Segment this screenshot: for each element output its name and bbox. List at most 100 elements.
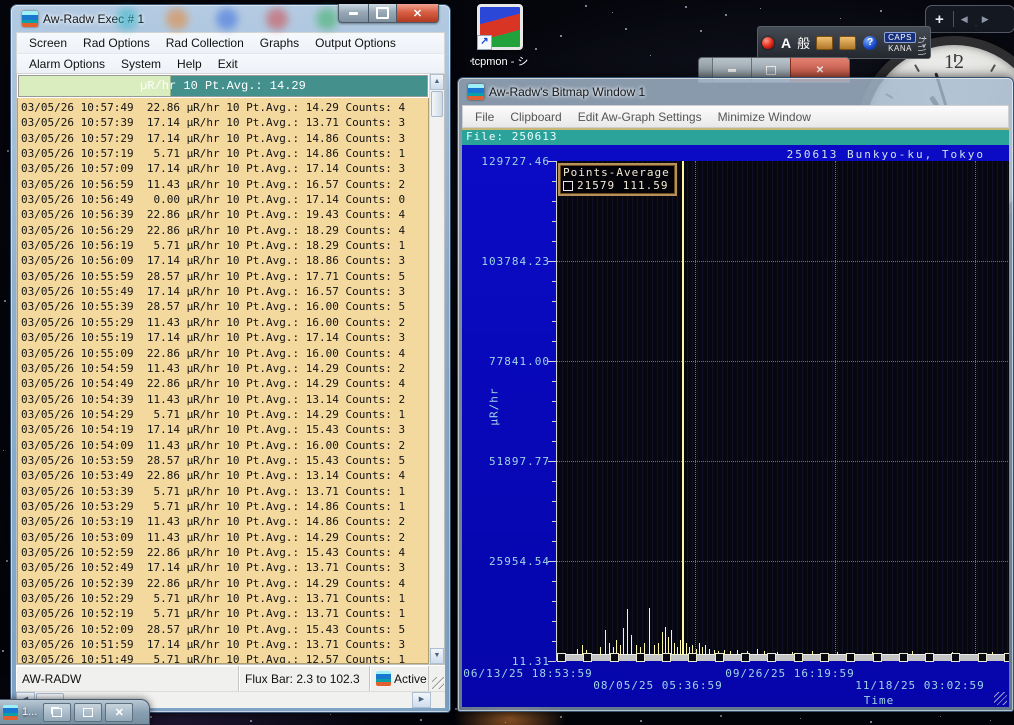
log-row: 03/05/26 10:54:39 11.43 µR/hr 10 Pt.Avg.… <box>21 392 428 407</box>
log-row: 03/05/26 10:55:09 22.86 µR/hr 10 Pt.Avg.… <box>21 346 428 361</box>
langbar-grip-handle[interactable] <box>918 36 926 56</box>
status-active-cell: Active <box>370 666 429 691</box>
ime-status-icon[interactable] <box>762 37 774 49</box>
vertical-scroll-track[interactable] <box>430 118 444 648</box>
exec-titlebar[interactable]: Aw-Radw Exec # 1 ✕ <box>16 5 445 32</box>
point-marker <box>557 653 566 662</box>
menu-rad-options[interactable]: Rad Options <box>75 36 158 50</box>
flux-header-text: µR/hr 10 Pt.Avg.: 14.29 <box>19 76 427 96</box>
legend-marker-icon <box>563 181 573 191</box>
log-row: 03/05/26 10:56:09 17.14 µR/hr 10 Pt.Avg.… <box>21 253 428 268</box>
horizontal-gridline <box>557 461 1009 462</box>
scroll-down-button[interactable]: ▼ <box>430 648 444 664</box>
menu-system[interactable]: System <box>113 57 169 71</box>
status-flux-range: Flux Bar: 2.3 to 102.3 <box>239 666 370 691</box>
data-spike <box>682 161 684 655</box>
y-tick-label: 129727.46 <box>462 155 550 168</box>
point-marker <box>715 653 724 662</box>
exec-maximize-button[interactable] <box>369 4 396 23</box>
data-spike <box>837 652 838 655</box>
vertical-gridline <box>695 161 696 661</box>
log-row: 03/05/26 10:52:39 22.86 µR/hr 10 Pt.Avg.… <box>21 576 428 591</box>
resize-grip[interactable] <box>432 677 444 689</box>
data-spike <box>812 651 813 655</box>
scroll-up-button[interactable]: ▲ <box>430 74 444 90</box>
menu-rad-collection[interactable]: Rad Collection <box>158 36 252 50</box>
data-spike <box>665 627 666 655</box>
legend-entry: 21579 111.59 <box>577 179 668 192</box>
log-row: 03/05/26 10:57:39 17.14 µR/hr 10 Pt.Avg.… <box>21 115 428 130</box>
caps-indicator[interactable]: CAPS <box>884 32 916 43</box>
ime-pad-icon[interactable] <box>816 36 833 50</box>
log-row: 03/05/26 10:54:19 17.14 µR/hr 10 Pt.Avg.… <box>21 422 428 437</box>
data-spike <box>649 608 650 655</box>
bitmap-app-icon <box>468 84 484 100</box>
y-axis-tick <box>552 621 556 622</box>
ime-help-icon[interactable]: ? <box>863 36 877 50</box>
tcpmon-icon: ↗ <box>477 4 523 50</box>
minimized-close-button[interactable]: ✕ <box>105 703 133 722</box>
menu-clipboard[interactable]: Clipboard <box>502 110 569 124</box>
minimized-window-bar[interactable]: 1... ✕ <box>0 699 150 725</box>
data-spike <box>600 647 601 655</box>
exec-minimize-button[interactable] <box>338 4 369 23</box>
horizontal-gridline <box>557 561 1009 562</box>
radiation-log-list[interactable]: 03/05/26 10:57:49 22.86 µR/hr 10 Pt.Avg.… <box>17 98 429 664</box>
gadget-control-bar: + ◀ ▶ <box>925 5 1014 33</box>
bitmap-titlebar[interactable]: Aw-Radw's Bitmap Window 1 <box>462 78 1009 105</box>
desktop-icon-tcpmon[interactable]: ↗ tcpmon - シ <box>465 4 535 69</box>
menu-screen[interactable]: Screen <box>21 36 75 50</box>
data-spike <box>671 630 672 655</box>
log-row: 03/05/26 10:52:09 28.57 µR/hr 10 Pt.Avg.… <box>21 622 428 637</box>
gadget-next-button[interactable]: ▶ <box>975 14 996 25</box>
gadget-prev-button[interactable]: ◀ <box>954 14 975 25</box>
add-gadget-button[interactable]: + <box>926 11 953 28</box>
menu-file[interactable]: File <box>467 110 502 124</box>
menu-output-options[interactable]: Output Options <box>307 36 404 50</box>
menu-graphs[interactable]: Graphs <box>252 36 307 50</box>
data-spike <box>674 643 675 655</box>
data-spike <box>737 650 738 655</box>
x-tick-label-2: 08/05/25 05:36:59 <box>592 679 724 692</box>
vertical-scroll-thumb[interactable] <box>431 91 443 117</box>
kana-indicator[interactable]: KANA <box>888 44 912 53</box>
log-row: 03/05/26 10:53:09 11.43 µR/hr 10 Pt.Avg.… <box>21 530 428 545</box>
horizontal-gridline <box>557 261 1009 262</box>
log-vertical-scrollbar[interactable]: ▲ ▼ <box>429 74 444 664</box>
y-axis-tick <box>548 261 556 262</box>
y-axis-tick <box>548 461 556 462</box>
minimized-restore-button[interactable] <box>43 703 71 722</box>
y-tick-label: 77841.00 <box>462 355 550 368</box>
input-mode-button[interactable]: A <box>781 35 791 51</box>
data-spike <box>623 628 624 655</box>
menu-exit[interactable]: Exit <box>210 57 246 71</box>
exec-statusbar: AW-RADW Flux Bar: 2.3 to 102.3 Active <box>16 665 445 691</box>
bitmap-window: Aw-Radw's Bitmap Window 1 File Clipboard… <box>457 77 1014 712</box>
bitmap-resize-grip[interactable] <box>994 692 1007 705</box>
log-row: 03/05/26 10:54:29 5.71 µR/hr 10 Pt.Avg.:… <box>21 407 428 422</box>
minimized-window-label: 1... <box>22 706 37 718</box>
log-row: 03/05/26 10:56:39 22.86 µR/hr 10 Pt.Avg.… <box>21 207 428 222</box>
minimized-maximize-button[interactable] <box>74 703 102 722</box>
point-marker <box>767 653 776 662</box>
y-axis-tick <box>552 381 556 382</box>
shortcut-arrow-icon: ↗ <box>477 35 492 50</box>
hscroll-corner <box>431 692 445 708</box>
menu-help[interactable]: Help <box>169 57 210 71</box>
y-axis-label: µR/hr <box>488 377 501 437</box>
ime-tools-icon[interactable] <box>839 36 856 50</box>
menu-edit-aw-graph-settings[interactable]: Edit Aw-Graph Settings <box>570 110 710 124</box>
exec-close-button[interactable]: ✕ <box>396 4 439 23</box>
point-marker <box>1004 653 1009 662</box>
log-row: 03/05/26 10:52:29 5.71 µR/hr 10 Pt.Avg.:… <box>21 591 428 606</box>
menu-minimize-window[interactable]: Minimize Window <box>710 110 819 124</box>
scroll-right-button[interactable]: ▶ <box>412 692 431 708</box>
log-row: 03/05/26 10:55:59 28.57 µR/hr 10 Pt.Avg.… <box>21 269 428 284</box>
point-marker <box>794 653 803 662</box>
log-row: 03/05/26 10:55:39 28.57 µR/hr 10 Pt.Avg.… <box>21 299 428 314</box>
menu-alarm-options[interactable]: Alarm Options <box>21 57 113 71</box>
conversion-mode-button[interactable]: 般 <box>797 33 810 52</box>
log-row: 03/05/26 10:53:39 5.71 µR/hr 10 Pt.Avg.:… <box>21 484 428 499</box>
status-corner <box>429 666 445 691</box>
graph-area: 250613 Bunkyo-ku, Tokyo µR/hr 129727.461… <box>462 145 1009 707</box>
